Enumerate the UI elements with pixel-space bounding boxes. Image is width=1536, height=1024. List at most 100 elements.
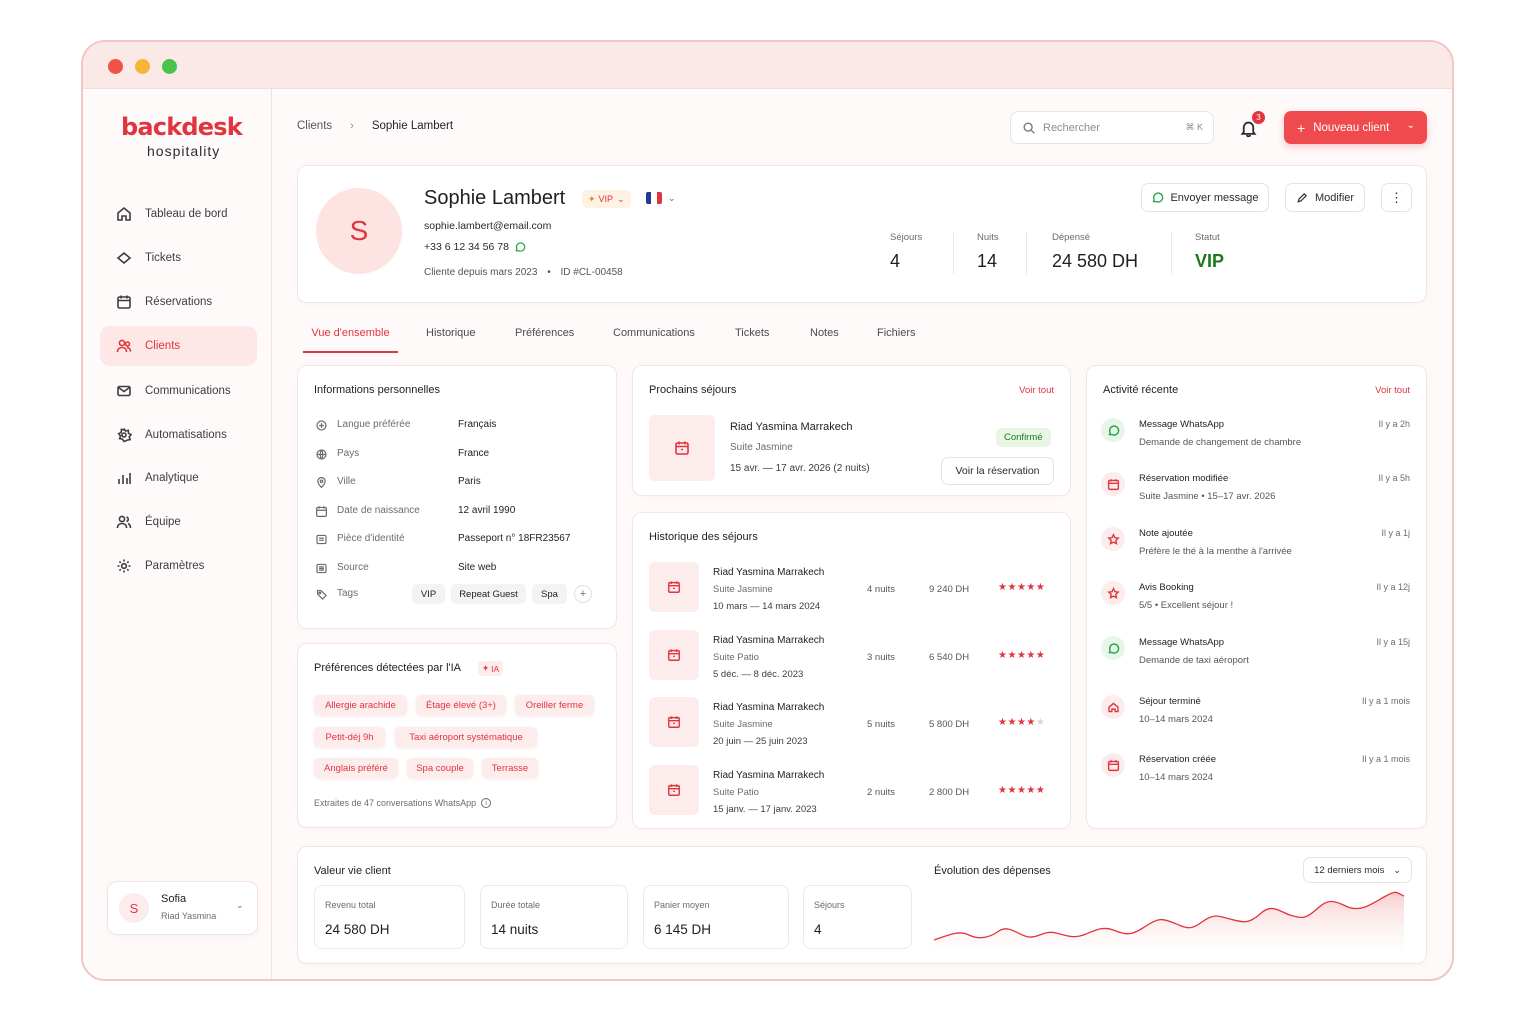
search-input[interactable]: Rechercher ⌘ K [1010,111,1214,144]
tag-icon [316,589,327,600]
add-tag-button[interactable]: + [574,585,592,603]
status-badge: Confirmé [996,428,1051,447]
sidebar-item-team[interactable]: Équipe [100,502,257,542]
sidebar-item-label: Tickets [145,252,181,264]
activity-icon-badge [1101,636,1125,660]
edit-label: Modifier [1314,191,1355,204]
view-reservation-button[interactable]: Voir la réservation [941,457,1054,485]
stat-value: 24 580 DH [1052,251,1139,271]
plus-icon: + [1297,119,1306,136]
settings-icon [115,557,133,575]
history-row[interactable]: Riad Yasmina Marrakech Suite Jasmine 20 ju… [633,697,1070,749]
edit-button[interactable]: Modifier [1285,183,1365,212]
tag-vip[interactable]: VIP [412,584,445,604]
period-select[interactable]: 12 derniers mois ⌄ [1303,857,1412,883]
app-window: backdesk hospitality Tableau de bord Tic… [81,40,1454,981]
stat-statut: Statut VIP [1195,232,1224,272]
info-icon[interactable]: i [481,798,492,808]
tab-files[interactable]: Fichiers [877,327,916,339]
stay-thumbnail [649,562,699,612]
tab-overview[interactable]: Vue d'ensemble [303,327,398,353]
sidebar-item-label: Réservations [145,296,213,308]
sidebar-item-analytics[interactable]: Analytique [100,458,257,498]
sidebar-item-reservations[interactable]: Réservations [100,282,257,322]
history-dates: 20 juin — 25 juin 2023 [713,736,808,747]
personal-info-card: Informations personnelles Langue préféré… [297,365,617,629]
tab-preferences[interactable]: Préférences [515,327,574,339]
card-title: Valeur vie client [314,865,391,877]
client-phone[interactable]: +33 6 12 34 56 78 [424,241,526,253]
info-label: Pays [337,447,360,459]
ai-chip[interactable]: Anglais préféré [314,758,398,778]
new-client-button[interactable]: + Nouveau client ⌄ [1284,111,1427,144]
home-icon [1107,702,1119,712]
users-icon [115,337,133,355]
activity-item[interactable]: Séjour terminé 10–14 mars 2024 Il y a 1 mo… [1087,695,1426,735]
card-title: Prochains séjours [649,384,737,396]
period-label: 12 derniers mois [1314,864,1385,876]
sidebar-item-automations[interactable]: Automatisations [100,415,257,455]
activity-desc: Suite Jasmine • 15–17 avr. 2026 [1139,491,1276,502]
ai-chip[interactable]: Spa couple [407,758,473,778]
ai-chip[interactable]: Allergie arachide [314,695,407,715]
activity-item[interactable]: Avis Booking 5/5 • Excellent séjour ! Il y… [1087,581,1426,621]
history-row[interactable]: Riad Yasmina Marrakech Suite Patio 15 janv… [633,764,1070,817]
activity-item[interactable]: Message WhatsApp Demande de changement de… [1087,418,1426,458]
rating-star: ★ [1026,582,1036,593]
ai-chip[interactable]: Oreiller ferme [515,695,594,715]
user-name: Sofia [161,893,187,905]
sidebar-item-clients[interactable]: Clients [100,326,257,366]
maximize-window-button[interactable] [162,59,177,74]
ltv-stat-stays: Séjours 4 [803,885,912,949]
rating-star: ★ [1016,784,1027,796]
tab-history[interactable]: Historique [426,327,476,339]
user-menu[interactable]: S Sofia Riad Yasmina ⌄ [107,881,258,935]
lifetime-value-card: Valeur vie client Revenu total 24 580 DH… [297,846,1427,964]
ai-chip[interactable]: Étage élevé (3+) [416,695,506,715]
minimize-window-button[interactable] [135,59,150,74]
tag-spa[interactable]: Spa [532,584,567,604]
ai-chip[interactable]: Petit-déj 9h [314,727,385,747]
rating-star: ★ [1007,649,1017,661]
more-vertical-icon: ⋮ [1390,190,1403,205]
ltv-stat-revenue: Revenu total 24 580 DH [314,885,465,949]
history-row[interactable]: Riad Yasmina Marrakech Suite Patio 5 déc. … [633,629,1070,682]
history-room: Suite Patio [713,651,759,663]
ai-chip[interactable]: Taxi aéroport systématique [395,727,537,747]
notifications-button[interactable]: 3 [1236,111,1265,143]
see-all-link[interactable]: Voir tout [1019,385,1054,396]
sidebar-item-settings[interactable]: Paramètres [100,546,257,586]
stat-label: Durée totale [491,900,541,910]
activity-item[interactable]: Réservation modifiée Suite Jasmine • 15–1… [1087,472,1426,512]
activity-item[interactable]: Note ajoutée Préfère le thé à la menthe à… [1087,527,1426,567]
language-flag-selector[interactable]: ⌄ [646,192,676,204]
send-message-button[interactable]: Envoyer message [1141,183,1269,212]
title-bar [83,42,1452,89]
search-icon [1023,122,1035,134]
chevron-down-icon[interactable]: ⌄ [1407,120,1415,131]
sidebar-item-tickets[interactable]: Tickets [100,238,257,278]
recent-activity-card: Activité récente Voir tout Message Whats… [1086,365,1427,829]
sidebar-item-dashboard[interactable]: Tableau de bord [100,194,257,234]
stat-label: Séjours [814,900,845,910]
close-window-button[interactable] [108,59,123,74]
vip-badge[interactable]: ✦ VIP ⌄ [582,190,631,208]
breadcrumb-clients[interactable]: Clients [297,120,332,132]
ai-chip[interactable]: Terrasse [482,758,538,778]
tab-communications[interactable]: Communications [613,327,695,339]
activity-desc: Demande de taxi aéroport [1139,655,1249,666]
brand-logo[interactable]: backdesk [121,113,243,141]
more-options-button[interactable]: ⋮ [1381,183,1412,212]
activity-item[interactable]: Message WhatsApp Demande de taxi aéroport… [1087,636,1426,676]
history-row[interactable]: Riad Yasmina Marrakech Suite Jasmine 10 ma… [633,562,1070,614]
see-all-link[interactable]: Voir tout [1375,385,1410,396]
activity-item[interactable]: Réservation créée 10–14 mars 2024 Il y a 1… [1087,753,1426,793]
sidebar-item-communications[interactable]: Communications [100,371,257,411]
client-email[interactable]: sophie.lambert@email.com [424,220,551,232]
id-card-icon [316,534,327,545]
send-message-label: Envoyer message [1170,191,1259,204]
tab-notes[interactable]: Notes [810,327,839,339]
tab-tickets[interactable]: Tickets [735,327,769,339]
tag-repeat-guest[interactable]: Repeat Guest [451,584,526,604]
stay-hotel[interactable]: Riad Yasmina Marrakech [730,421,852,433]
